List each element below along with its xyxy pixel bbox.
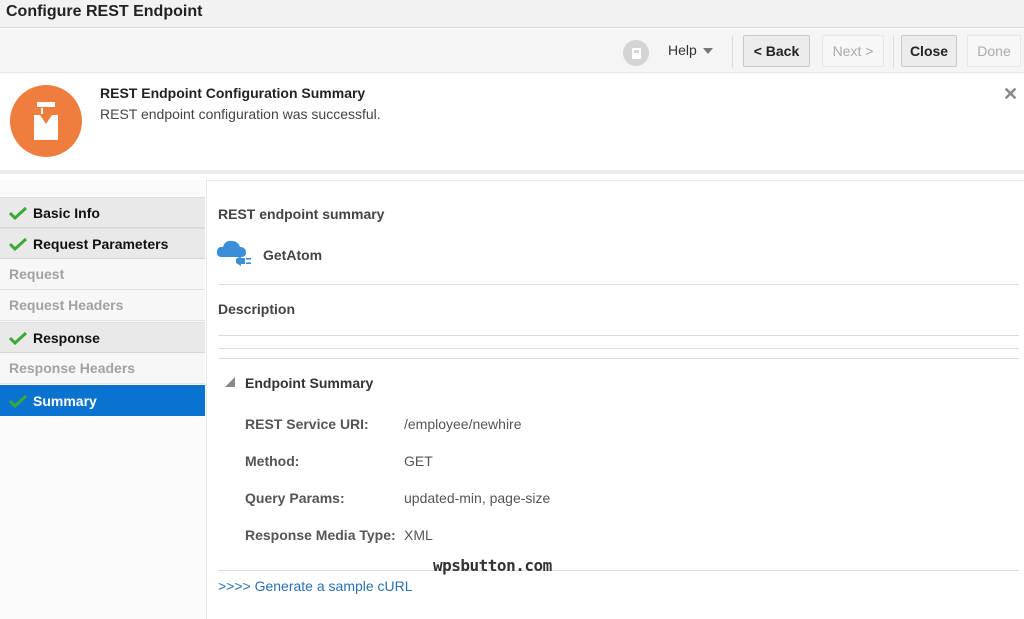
field-label: Method: [245,453,300,469]
sidebar-item-request-parameters[interactable]: Request Parameters [0,228,205,259]
sidebar-item-response[interactable]: Response [0,322,205,353]
sidebar-item-label: Response Headers [9,360,136,376]
field-value: /employee/newhire [404,416,522,432]
sidebar-item-request-headers[interactable]: Request Headers [0,290,205,321]
confirmation-banner: REST Endpoint Configuration Summary REST… [0,74,1024,174]
sidebar-item-summary[interactable]: Summary [0,385,205,416]
endpoint-config-icon [10,85,82,157]
watermark: wpsbutton.com [433,556,552,575]
sidebar-item-basic-info[interactable]: Basic Info [0,197,205,228]
checkmark-icon [9,206,27,220]
field-value: GET [404,453,433,469]
chevron-down-icon [702,48,713,55]
divider [218,348,1019,349]
description-label: Description [218,301,296,317]
wizard-steps-sidebar: Basic Info Request Parameters Request Re… [0,180,205,619]
toolbar: Help < Back Next > Close Done [0,29,1024,73]
generate-curl-link[interactable]: >>>> Generate a sample cURL [218,578,413,594]
sidebar-item-request[interactable]: Request [0,259,205,290]
banner-title: REST Endpoint Configuration Summary [100,85,366,101]
divider [218,335,1019,336]
toolbar-divider [732,36,733,68]
user-avatar-icon[interactable] [623,40,649,66]
checkmark-icon [9,237,27,251]
checkmark-icon [9,331,27,345]
banner-message: REST endpoint configuration was successf… [100,106,381,122]
close-icon[interactable]: ✕ [1003,84,1018,105]
sidebar-item-label: Basic Info [33,204,100,221]
sidebar-item-label: Request [9,266,65,282]
next-button[interactable]: Next > [822,35,884,67]
sidebar-item-response-headers[interactable]: Response Headers [0,353,205,384]
title-bar: Configure REST Endpoint [0,0,1024,28]
help-menu[interactable]: Help [668,42,713,58]
help-label: Help [668,42,697,58]
divider [218,358,1019,359]
field-label: Query Params: [245,490,345,506]
endpoint-name: GetAtom [263,247,323,263]
endpoint-summary-title[interactable]: Endpoint Summary [245,375,373,391]
window-title: Configure REST Endpoint [6,3,203,20]
field-value: updated-min, page-size [404,490,551,506]
sidebar-item-label: Request Headers [9,297,124,313]
sidebar-item-label: Request Parameters [33,235,169,252]
sidebar-item-label: Response [33,329,100,346]
divider [218,284,1019,285]
field-value: XML [404,527,433,543]
toolbar-divider [893,36,894,68]
divider [218,570,1019,571]
sidebar-item-label: Summary [33,392,97,409]
back-button[interactable]: < Back [743,35,810,67]
section-title: REST endpoint summary [218,206,385,222]
summary-panel: REST endpoint summary GetAtom Descriptio… [206,180,1024,619]
checkmark-icon [9,394,27,408]
rest-cloud-icon [216,240,251,266]
field-label: REST Service URI: [245,416,369,432]
collapse-triangle-icon[interactable] [225,377,235,387]
close-button[interactable]: Close [901,35,957,67]
field-label: Response Media Type: [245,527,396,543]
done-button[interactable]: Done [967,35,1021,67]
